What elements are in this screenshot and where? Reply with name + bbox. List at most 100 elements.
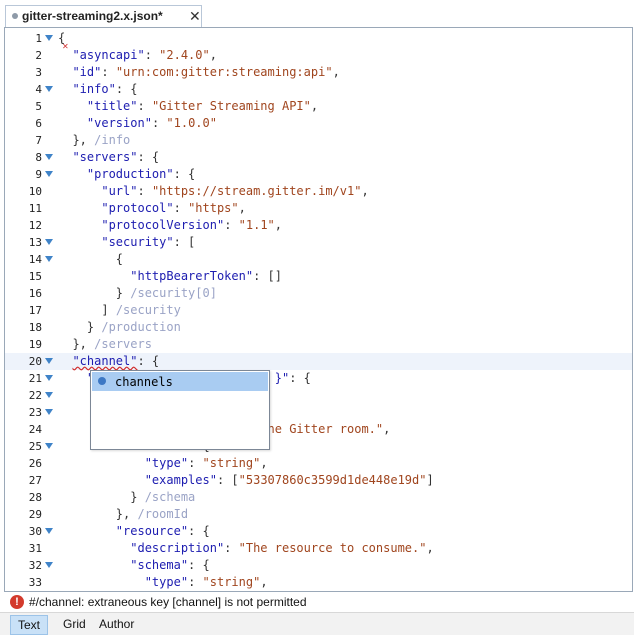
line-number: 11: [28, 202, 42, 215]
code-text: }, /info: [72, 133, 131, 147]
code-line[interactable]: 29 }, /roomId: [5, 506, 632, 523]
code-line[interactable]: 31 "description": "The resource to consu…: [5, 540, 632, 557]
code-text: "description": "The resource to consume.…: [130, 541, 434, 555]
fold-toggle-icon[interactable]: [45, 171, 53, 177]
code-text: "type": "string",: [144, 456, 268, 470]
error-icon: !: [10, 595, 24, 609]
code-line[interactable]: 2 "asyncapi": "2.4.0",: [5, 47, 632, 64]
code-text: {: [58, 31, 66, 45]
code-text: "type": "string",: [144, 575, 268, 589]
code-line[interactable]: 18 } /production: [5, 319, 632, 336]
code-line[interactable]: 6 "version": "1.0.0": [5, 115, 632, 132]
code-text: "info": {: [72, 82, 138, 96]
code-line[interactable]: 10 "url": "https://stream.gitter.im/v1",: [5, 183, 632, 200]
code-line[interactable]: 27 "examples": ["53307860c3599d1de448e19…: [5, 472, 632, 489]
code-line[interactable]: 5 "title": "Gitter Streaming API",: [5, 98, 632, 115]
code-line[interactable]: 20 "channel": {: [5, 353, 632, 370]
code-text: "id": "urn:com:gitter:streaming:api",: [72, 65, 340, 79]
modified-dot-icon: [12, 13, 18, 19]
autocomplete-item[interactable]: channels: [92, 372, 268, 391]
code-line[interactable]: 33 "type": "string",: [5, 574, 632, 591]
code-text: "asyncapi": "2.4.0",: [72, 48, 217, 62]
fold-toggle-icon[interactable]: [45, 375, 53, 381]
line-number: 20: [28, 355, 42, 368]
line-number: 25: [28, 440, 42, 453]
status-message: #/channel: extraneous key [channel] is n…: [29, 595, 307, 609]
code-text: } /security[0]: [115, 286, 217, 300]
code-text: "examples": ["53307860c3599d1de448e19d"]: [144, 473, 434, 487]
line-number: 6: [35, 117, 42, 130]
code-line[interactable]: 26 "type": "string",: [5, 455, 632, 472]
code-text: "url": "https://stream.gitter.im/v1",: [101, 184, 369, 198]
code-line[interactable]: 13 "security": [: [5, 234, 632, 251]
code-text: "protocolVersion": "1.1",: [101, 218, 282, 232]
property-icon: [98, 377, 106, 385]
line-number: 18: [28, 321, 42, 334]
mode-author-button[interactable]: Author: [92, 615, 141, 633]
code-text: "httpBearerToken": []: [130, 269, 282, 283]
status-bar: ! #/channel: extraneous key [channel] is…: [0, 592, 634, 612]
code-line[interactable]: 30 "resource": {: [5, 523, 632, 540]
code-text: }, /servers: [72, 337, 152, 351]
fold-toggle-icon[interactable]: [45, 409, 53, 415]
code-text: "security": [: [101, 235, 196, 249]
code-line[interactable]: 32 "schema": {: [5, 557, 632, 574]
code-line[interactable]: 17 ] /security: [5, 302, 632, 319]
fold-toggle-icon[interactable]: [45, 358, 53, 364]
line-number: 28: [28, 491, 42, 504]
mode-bar: Text Grid Author: [0, 612, 634, 635]
code-text: "servers": {: [72, 150, 160, 164]
fold-toggle-icon[interactable]: [45, 443, 53, 449]
fold-toggle-icon[interactable]: [45, 35, 53, 41]
line-number: 26: [28, 457, 42, 470]
code-line[interactable]: 15 "httpBearerToken": []: [5, 268, 632, 285]
code-line[interactable]: 9 "production": {: [5, 166, 632, 183]
fold-toggle-icon[interactable]: [45, 86, 53, 92]
code-text: "protocol": "https",: [101, 201, 246, 215]
code-text: } /schema: [130, 490, 196, 504]
autocomplete-item-label: channels: [115, 375, 173, 389]
close-icon[interactable]: ✕: [189, 8, 201, 24]
line-number: 3: [35, 66, 42, 79]
line-number: 33: [28, 576, 42, 589]
fold-toggle-icon[interactable]: [45, 528, 53, 534]
code-line[interactable]: 16 } /security[0]: [5, 285, 632, 302]
line-number: 4: [35, 83, 42, 96]
line-number: 10: [28, 185, 42, 198]
line-number: 12: [28, 219, 42, 232]
line-number: 9: [35, 168, 42, 181]
code-line[interactable]: 14 {: [5, 251, 632, 268]
code-text: "channel": {: [72, 354, 160, 368]
code-text: "schema": {: [130, 558, 210, 572]
code-text: }, /roomId: [115, 507, 189, 521]
line-number: 31: [28, 542, 42, 555]
mode-text-button[interactable]: Text: [10, 615, 49, 635]
fold-toggle-icon[interactable]: [45, 256, 53, 262]
code-editor[interactable]: ✕ 1{2 "asyncapi": "2.4.0", 3 "id": "urn:c…: [4, 27, 633, 592]
line-number: 13: [28, 236, 42, 249]
code-line[interactable]: 7 }, /info: [5, 132, 632, 149]
line-number: 19: [28, 338, 42, 351]
code-line[interactable]: 28 } /schema: [5, 489, 632, 506]
code-line[interactable]: 4 "info": {: [5, 81, 632, 98]
code-line[interactable]: 11 "protocol": "https",: [5, 200, 632, 217]
fold-toggle-icon[interactable]: [45, 154, 53, 160]
line-number: 23: [28, 406, 42, 419]
code-line[interactable]: 19 }, /servers: [5, 336, 632, 353]
code-text: "title": "Gitter Streaming API",: [86, 99, 319, 113]
line-number: 14: [28, 253, 42, 266]
line-number: 15: [28, 270, 42, 283]
mode-grid-button[interactable]: Grid: [56, 615, 93, 633]
fold-toggle-icon[interactable]: [45, 562, 53, 568]
line-number: 29: [28, 508, 42, 521]
tab-title: gitter-streaming2.x.json*: [22, 9, 163, 23]
code-line[interactable]: 3 "id": "urn:com:gitter:streaming:api",: [5, 64, 632, 81]
fold-toggle-icon[interactable]: [45, 392, 53, 398]
fold-toggle-icon[interactable]: [45, 239, 53, 245]
code-line[interactable]: 1{: [5, 30, 632, 47]
tab-bar: gitter-streaming2.x.json* ✕: [0, 0, 634, 27]
editor-tab[interactable]: gitter-streaming2.x.json* ✕: [5, 5, 202, 27]
code-text: ] /security: [101, 303, 181, 317]
code-line[interactable]: 8 "servers": {: [5, 149, 632, 166]
code-line[interactable]: 12 "protocolVersion": "1.1",: [5, 217, 632, 234]
